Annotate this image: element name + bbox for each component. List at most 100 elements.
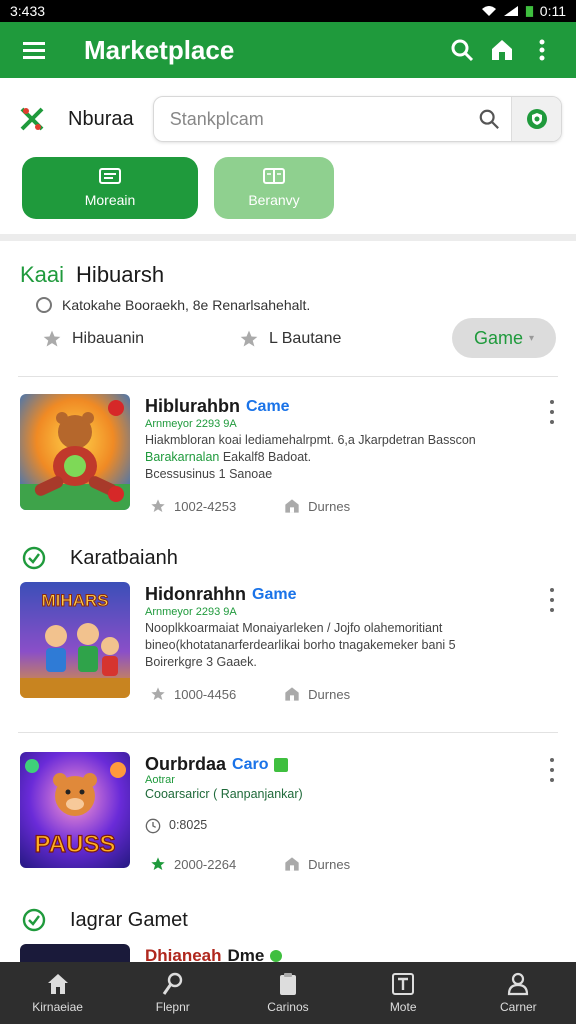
home-icon xyxy=(47,974,68,994)
app-store: Durnes xyxy=(284,498,350,514)
desc-line: Cooarsaricr ( Ranpanjankar) xyxy=(145,787,303,801)
store-text: Durnes xyxy=(308,856,351,872)
app-name[interactable]: Hiblurahbn Came xyxy=(145,396,290,417)
app-title: Marketplace xyxy=(84,34,235,65)
app-card[interactable]: PAUSS Ourbrdaa Caro Aotrar Cooarsaricr (… xyxy=(0,752,576,892)
app-thumbnail[interactable]: PAUSS xyxy=(20,752,130,868)
desc-line: bineo(khotatanarferdearlikai borho tnaga… xyxy=(145,638,456,652)
verified-icon xyxy=(274,757,289,772)
divider xyxy=(18,732,558,733)
app-card[interactable]: Hiblurahbn Came Arnmeyor 2293 9A Hiakmbl… xyxy=(0,394,576,534)
nav-mote[interactable]: Mote xyxy=(353,972,453,1014)
app-rating: 1000-4456 xyxy=(150,686,236,702)
more-vert-icon[interactable] xyxy=(522,30,562,70)
nav-label: Carner xyxy=(500,1000,537,1014)
filter-option-1[interactable]: Hibauanin xyxy=(42,329,239,349)
store-text: Durnes xyxy=(308,686,351,702)
app-name-text: Ourbrdaa xyxy=(145,754,227,774)
art-title: MIHARS xyxy=(41,591,108,610)
filter-option-2[interactable]: L Bautane xyxy=(239,329,436,349)
app-store: Durnes xyxy=(284,856,350,872)
more-vert-icon[interactable] xyxy=(546,588,558,612)
desc-line: Bcessusinus 1 Sanoae xyxy=(145,467,273,481)
filter-option-label: L Bautane xyxy=(269,330,342,347)
app-meta: 1002-4253 Durnes xyxy=(150,498,350,514)
radio-label: Katokahe Booraekh, 8e Renarlsahehalt. xyxy=(62,297,311,313)
home-icon[interactable] xyxy=(482,30,522,70)
app-description: Cooarsaricr ( Ranpanjankar) 0:8025 xyxy=(145,786,525,834)
star-icon xyxy=(240,330,258,347)
nav-home[interactable]: Kirnaeiae xyxy=(8,972,108,1014)
bear-puzzle-art-icon: PAUSS xyxy=(20,752,130,868)
tab-label: Moreain xyxy=(84,192,136,208)
section-heading: Iagrar Gamet xyxy=(22,908,188,932)
app-card[interactable]: MIHARS Hidonrahhn Game Arnmeyor 2293 9A … xyxy=(0,582,576,722)
filter-title-text: Hibuarsh xyxy=(76,262,165,287)
menu-icon[interactable] xyxy=(14,30,54,70)
radio-button[interactable] xyxy=(36,297,52,313)
app-name[interactable]: Hidonrahhn Game xyxy=(145,584,296,605)
rating-text: 1000-4456 xyxy=(174,686,237,702)
game-filter-chip[interactable]: Game ▾ xyxy=(452,318,556,358)
kids-game-art-icon: MIHARS xyxy=(20,582,130,698)
book-icon xyxy=(263,168,285,184)
chip-label: Game xyxy=(473,327,523,348)
section-divider xyxy=(0,234,576,241)
art-title: PAUSS xyxy=(35,831,116,858)
tab-beranvy[interactable]: Beranvy xyxy=(214,157,334,219)
nav-flepnr[interactable]: Flepnr xyxy=(123,972,223,1014)
rating-text: 2000-2264 xyxy=(174,856,237,872)
search-row: Nburaa xyxy=(0,92,576,146)
shield-button[interactable] xyxy=(511,97,561,141)
store-icon xyxy=(285,499,299,513)
divider xyxy=(18,376,558,377)
star-icon xyxy=(151,499,165,512)
search-input[interactable] xyxy=(153,108,467,130)
app-bar: Marketplace xyxy=(0,22,576,78)
tab-moreain[interactable]: Moreain xyxy=(22,157,198,219)
signal-icon xyxy=(503,6,518,16)
wifi-icon xyxy=(481,6,496,16)
app-thumbnail[interactable]: MIHARS xyxy=(20,582,130,698)
filter-radio[interactable]: Katokahe Booraekh, 8e Renarlsahehalt. xyxy=(36,297,310,313)
desc-line: Barakarnalan Eakalf8 Badoat. xyxy=(145,449,525,466)
app-thumbnail[interactable] xyxy=(20,394,130,510)
app-tag: Game xyxy=(252,585,297,603)
chevron-down-icon: ▾ xyxy=(529,332,535,344)
star-icon xyxy=(43,330,61,347)
section-title: Karatbaianh xyxy=(70,546,178,569)
more-vert-icon[interactable] xyxy=(546,400,558,424)
app-meta: 2000-2264 Durnes xyxy=(150,856,350,872)
app-thumbnail[interactable] xyxy=(20,944,130,962)
clipboard-icon xyxy=(279,973,296,995)
more-vert-icon[interactable] xyxy=(546,758,558,782)
nav-label: Kirnaeiae xyxy=(32,1000,83,1014)
verified-icon xyxy=(270,950,283,962)
person-icon xyxy=(508,972,529,996)
star-icon xyxy=(151,687,165,700)
app-name-text: Hidonrahhn xyxy=(145,584,246,604)
logo-x-icon xyxy=(20,107,44,131)
rating-text: 1002-4253 xyxy=(174,498,237,514)
search-icon[interactable] xyxy=(442,30,482,70)
status-time: 3:433 xyxy=(10,3,46,19)
desc-text: Eakalf8 Badoat. xyxy=(219,450,312,464)
app-rating: 1002-4253 xyxy=(150,498,236,514)
desc-line: Boirerkgre 3 Gaaek. xyxy=(145,655,257,669)
category-tabs: Moreain Beranvy xyxy=(22,157,334,219)
app-subtitle: Arnmeyor 2293 9A xyxy=(145,606,237,618)
nav-carinos[interactable]: Carinos xyxy=(238,972,338,1014)
app-tag: Came xyxy=(246,397,290,415)
desc-highlight: Barakarnalan xyxy=(145,450,220,464)
bottom-nav: Kirnaeiae Flepnr Carinos Mote Carner xyxy=(0,962,576,1024)
app-name[interactable]: Ourbrdaa Caro xyxy=(145,754,289,775)
app-subtitle: Aotrar xyxy=(145,774,175,786)
search-icon[interactable] xyxy=(467,97,511,141)
nav-label: Carinos xyxy=(267,1000,309,1014)
section-heading: Karatbaianh xyxy=(22,546,178,570)
check-circle-icon xyxy=(22,546,46,570)
nav-carner[interactable]: Carner xyxy=(468,972,568,1014)
tab-label: Beranvy xyxy=(248,192,300,208)
desc-line: Nooplkkoarmaiat Monaiyarleken / Jojfo ol… xyxy=(145,621,443,635)
star-icon xyxy=(151,857,165,870)
